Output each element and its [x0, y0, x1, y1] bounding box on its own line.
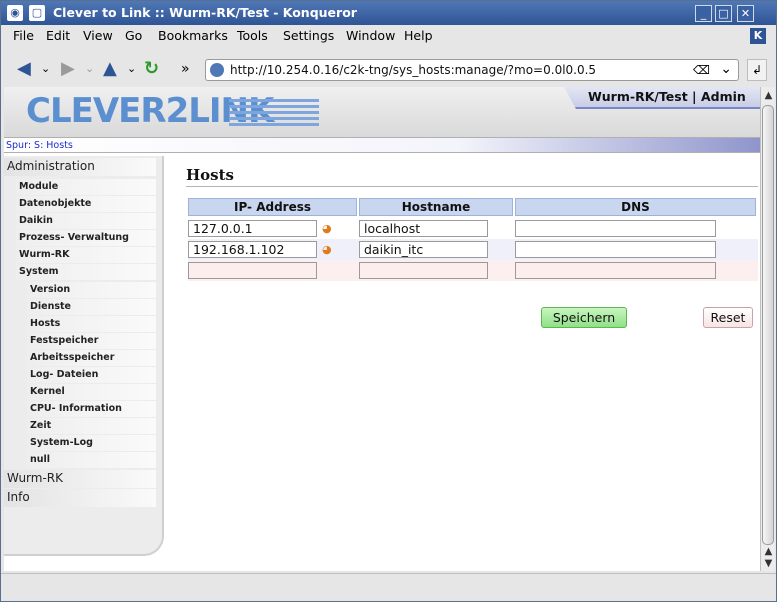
- hostname-input[interactable]: localhost: [359, 220, 488, 237]
- url-bar[interactable]: http://10.254.0.16/c2k-tng/sys_hosts:man…: [205, 59, 739, 81]
- menu-window[interactable]: Window: [346, 28, 395, 43]
- sidebar-item-daikin[interactable]: Daikin: [16, 213, 156, 229]
- sidebar-item-cpu-information[interactable]: CPU- Information: [27, 401, 156, 417]
- sidebar-item-version[interactable]: Version: [27, 282, 156, 298]
- menu-tools[interactable]: Tools: [237, 28, 268, 43]
- new-dns-input[interactable]: [515, 262, 716, 279]
- table-row: 127.0.0.1 ◕ localhost: [188, 218, 758, 239]
- title-divider: [186, 186, 758, 187]
- url-history-icon[interactable]: ⌄: [720, 61, 732, 77]
- column-hostname: Hostname: [359, 198, 513, 216]
- sidebar-administration[interactable]: Administration: [4, 158, 156, 176]
- title-bar[interactable]: ◉ ▢ Clever to Link :: Wurm-RK/Test - Kon…: [1, 1, 776, 25]
- up-icon[interactable]: ▲: [103, 59, 117, 79]
- column-ip-address: IP- Address: [188, 198, 357, 216]
- feed-icon[interactable]: ◕: [322, 222, 332, 235]
- save-button[interactable]: Speichern: [541, 307, 627, 328]
- back-history-icon[interactable]: ⌄: [41, 59, 50, 79]
- new-ip-input[interactable]: [188, 262, 317, 279]
- menu-view[interactable]: View: [83, 28, 113, 43]
- new-hostname-input[interactable]: [359, 262, 488, 279]
- site-header: CLEVER2LINK Wurm-RK/Test | Admin: [4, 87, 760, 137]
- ip-input[interactable]: 127.0.0.1: [188, 220, 317, 237]
- site-icon: [210, 63, 224, 77]
- scrollbar-thumb[interactable]: [762, 105, 774, 545]
- reload-icon[interactable]: ↻: [144, 59, 159, 79]
- url-text[interactable]: http://10.254.0.16/c2k-tng/sys_hosts:man…: [230, 63, 596, 77]
- menu-bookmarks[interactable]: Bookmarks: [158, 28, 228, 43]
- feed-icon[interactable]: ◕: [322, 243, 332, 256]
- table-row: 192.168.1.102 ◕ daikin_itc: [188, 239, 758, 260]
- sidebar-item-arbeitsspeicher[interactable]: Arbeitsspeicher: [27, 350, 156, 366]
- window-menu-icon[interactable]: ◉: [7, 5, 23, 21]
- back-icon[interactable]: ◀: [17, 59, 31, 79]
- maximize-button[interactable]: □: [715, 5, 732, 22]
- pin-icon[interactable]: ▢: [29, 5, 45, 21]
- up-history-icon[interactable]: ⌄: [127, 59, 136, 79]
- toolbar-overflow[interactable]: »: [181, 59, 190, 79]
- sidebar-item-system[interactable]: System: [16, 264, 156, 280]
- toolbar: ◀ ⌄ ▶ ⌄ ▲ ⌄ ↻ » http://10.254.0.16/c2k-t…: [1, 51, 776, 87]
- close-button[interactable]: ✕: [737, 5, 754, 22]
- sidebar-item-kernel[interactable]: Kernel: [27, 384, 156, 400]
- menu-file[interactable]: File: [13, 28, 34, 43]
- sidebar-wurm-rk[interactable]: Wurm-RK: [4, 470, 156, 488]
- sidebar-item-log-dateien[interactable]: Log- Dateien: [27, 367, 156, 383]
- web-page: CLEVER2LINK Wurm-RK/Test | Admin Spur: S…: [4, 87, 760, 571]
- user-tab[interactable]: Wurm-RK/Test | Admin: [564, 87, 760, 109]
- sidebar-item-null[interactable]: null: [27, 452, 156, 468]
- go-icon[interactable]: ↲: [747, 59, 767, 81]
- column-dns: DNS: [515, 198, 756, 216]
- menu-help[interactable]: Help: [404, 28, 433, 43]
- page-title: Hosts: [186, 166, 234, 184]
- scroll-down-icon[interactable]: ▼: [762, 557, 775, 570]
- vertical-scrollbar[interactable]: ▲ ▲ ▼: [760, 87, 775, 571]
- menu-edit[interactable]: Edit: [46, 28, 70, 43]
- menu-settings[interactable]: Settings: [283, 28, 334, 43]
- logo-lines: [229, 99, 319, 127]
- hostname-input[interactable]: daikin_itc: [359, 241, 488, 258]
- minimize-button[interactable]: _: [695, 5, 712, 22]
- forward-history-icon[interactable]: ⌄: [85, 59, 94, 79]
- sidebar-item-prozess-verwaltung[interactable]: Prozess- Verwaltung: [16, 230, 156, 246]
- sidebar-item-datenobjekte[interactable]: Datenobjekte: [16, 196, 156, 212]
- konqueror-window: ◉ ▢ Clever to Link :: Wurm-RK/Test - Kon…: [0, 0, 777, 602]
- ip-input[interactable]: 192.168.1.102: [188, 241, 317, 258]
- sidebar-item-system-log[interactable]: System-Log: [27, 435, 156, 451]
- sidebar: Administration Module Datenobjekte Daiki…: [4, 156, 164, 556]
- forward-icon[interactable]: ▶: [61, 59, 75, 79]
- kde-logo-icon: K: [750, 28, 766, 44]
- reset-button[interactable]: Reset: [703, 307, 753, 328]
- sidebar-item-festspeicher[interactable]: Festspeicher: [27, 333, 156, 349]
- scroll-up-icon[interactable]: ▲: [762, 89, 775, 102]
- table-row-new: [188, 260, 758, 281]
- sidebar-item-zeit[interactable]: Zeit: [27, 418, 156, 434]
- menu-go[interactable]: Go: [125, 28, 142, 43]
- window-title: Clever to Link :: Wurm-RK/Test - Konquer…: [53, 5, 357, 20]
- menu-bar: File Edit View Go Bookmarks Tools Settin…: [1, 25, 776, 47]
- sidebar-item-module[interactable]: Module: [16, 179, 156, 195]
- status-bar: [1, 573, 776, 601]
- sidebar-item-dienste[interactable]: Dienste: [27, 299, 156, 315]
- sidebar-info[interactable]: Info: [4, 489, 156, 507]
- breadcrumb: Spur: S: Hosts: [4, 137, 760, 153]
- sidebar-item-wurm-rk[interactable]: Wurm-RK: [16, 247, 156, 263]
- dns-input[interactable]: [515, 220, 716, 237]
- clear-url-icon[interactable]: ⌫: [693, 63, 710, 77]
- dns-input[interactable]: [515, 241, 716, 258]
- sidebar-item-hosts[interactable]: Hosts: [27, 316, 156, 332]
